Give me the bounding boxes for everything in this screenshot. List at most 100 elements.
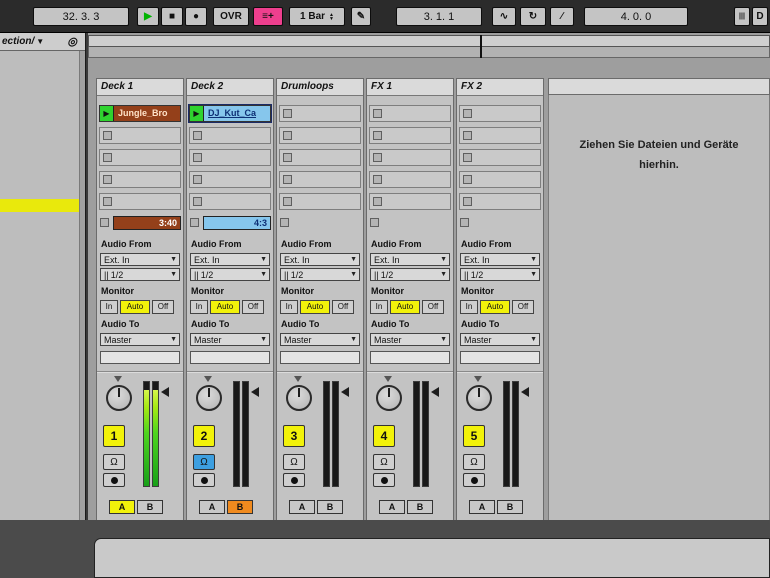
clip-slot[interactable]: [279, 193, 361, 210]
pan-knob[interactable]: [286, 385, 312, 411]
input-type-select[interactable]: Ext. In ▼: [280, 253, 360, 266]
stop-button[interactable]: ■: [161, 7, 183, 26]
track-header[interactable]: Deck 2: [187, 79, 273, 96]
clip-slot[interactable]: [99, 149, 181, 166]
volume-fader-handle[interactable]: [161, 387, 169, 397]
play-button[interactable]: ▶: [137, 7, 159, 26]
clip-stop-button[interactable]: [463, 153, 472, 162]
clip-stop-button[interactable]: [463, 175, 472, 184]
clip-stop-button[interactable]: [103, 153, 112, 162]
track-header[interactable]: FX 1: [367, 79, 453, 96]
monitor-off-button[interactable]: Off: [242, 300, 264, 314]
track-header[interactable]: Drumloops: [277, 79, 363, 96]
output-select[interactable]: Master ▼: [370, 333, 450, 346]
clip-slot[interactable]: [369, 127, 451, 144]
monitor-in-button[interactable]: In: [370, 300, 388, 314]
input-channel-select[interactable]: ||1/2 ▼: [460, 268, 540, 281]
loop-start-display[interactable]: 3. 1. 1: [396, 7, 482, 26]
input-channel-select[interactable]: ||1/2 ▼: [190, 268, 270, 281]
monitor-off-button[interactable]: Off: [152, 300, 174, 314]
clip-slot[interactable]: [369, 171, 451, 188]
draw-mode-button[interactable]: ✎: [351, 7, 371, 26]
arm-button[interactable]: [193, 473, 215, 487]
cue-button[interactable]: Ω: [103, 454, 125, 470]
clip-stop-button[interactable]: [193, 153, 202, 162]
clip-stop-button[interactable]: [283, 197, 292, 206]
pan-knob[interactable]: [106, 385, 132, 411]
clip-stop-button[interactable]: [280, 218, 289, 227]
clip-stop-button[interactable]: [283, 175, 292, 184]
clip-slot[interactable]: [189, 149, 271, 166]
clip-stop-button[interactable]: [373, 109, 382, 118]
loop-length-display[interactable]: 4. 0. 0: [584, 7, 688, 26]
input-type-select[interactable]: Ext. In ▼: [100, 253, 180, 266]
clip-slot[interactable]: [279, 149, 361, 166]
crossfade-a-button[interactable]: A: [289, 500, 315, 514]
clip-slot[interactable]: [369, 193, 451, 210]
clip-stop-button[interactable]: [283, 131, 292, 140]
monitor-auto-button[interactable]: Auto: [300, 300, 330, 314]
clip-stop-button[interactable]: [373, 175, 382, 184]
send-slot[interactable]: [370, 351, 450, 364]
clip-stop-button[interactable]: [190, 218, 199, 227]
quantization-menu[interactable]: 1 Bar ▲▼: [289, 7, 345, 26]
record-button[interactable]: ●: [185, 7, 207, 26]
crossfade-b-button[interactable]: B: [227, 500, 253, 514]
loop-button[interactable]: ↻: [520, 7, 546, 26]
monitor-auto-button[interactable]: Auto: [390, 300, 420, 314]
browser-list[interactable]: [0, 51, 79, 530]
crossfade-a-button[interactable]: A: [199, 500, 225, 514]
monitor-off-button[interactable]: Off: [422, 300, 444, 314]
clip-stop-button[interactable]: [373, 153, 382, 162]
output-select[interactable]: Master ▼: [190, 333, 270, 346]
clip-stop-button[interactable]: [463, 197, 472, 206]
clip-stop-button[interactable]: [103, 131, 112, 140]
send-slot[interactable]: [280, 351, 360, 364]
crossfade-a-button[interactable]: A: [379, 500, 405, 514]
clip-stop-button[interactable]: [193, 197, 202, 206]
clip-slot[interactable]: [189, 171, 271, 188]
send-slot[interactable]: [100, 351, 180, 364]
arm-button[interactable]: [283, 473, 305, 487]
crossfade-b-button[interactable]: B: [137, 500, 163, 514]
clip-stop-button[interactable]: [460, 218, 469, 227]
track-activator-button[interactable]: 5: [463, 425, 485, 447]
clip-stop-button[interactable]: [103, 175, 112, 184]
input-type-select[interactable]: Ext. In ▼: [370, 253, 450, 266]
monitor-off-button[interactable]: Off: [332, 300, 354, 314]
clip-stop-button[interactable]: [373, 131, 382, 140]
crossfade-a-button[interactable]: A: [469, 500, 495, 514]
volume-fader-handle[interactable]: [341, 387, 349, 397]
clip-slot[interactable]: [369, 149, 451, 166]
monitor-in-button[interactable]: In: [280, 300, 298, 314]
clip-slot[interactable]: [99, 171, 181, 188]
send-slot[interactable]: [190, 351, 270, 364]
clip-stop-button[interactable]: [463, 131, 472, 140]
clip-slot[interactable]: [99, 127, 181, 144]
output-select[interactable]: Master ▼: [100, 333, 180, 346]
clip-slot[interactable]: [459, 127, 541, 144]
browser-selected-row[interactable]: [0, 199, 79, 212]
hotswap-icon[interactable]: ◎: [67, 34, 77, 51]
clip-stop-button[interactable]: [103, 197, 112, 206]
clip-slot[interactable]: [189, 193, 271, 210]
track-header[interactable]: Deck 1: [97, 79, 183, 96]
cue-button[interactable]: Ω: [373, 454, 395, 470]
crossfade-a-button[interactable]: A: [109, 500, 135, 514]
browser-scrollbar[interactable]: [79, 51, 85, 530]
clip-stop-button[interactable]: [370, 218, 379, 227]
pan-knob[interactable]: [466, 385, 492, 411]
file-drop-zone[interactable]: Ziehen Sie Dateien und Geräte hierhin.: [548, 95, 770, 521]
monitor-auto-button[interactable]: Auto: [480, 300, 510, 314]
clip-slot[interactable]: [189, 127, 271, 144]
punch-in-button[interactable]: ∿: [492, 7, 516, 26]
monitor-in-button[interactable]: In: [460, 300, 478, 314]
arrangement-position-display[interactable]: 32. 3. 3: [33, 7, 129, 26]
input-channel-select[interactable]: ||1/2 ▼: [280, 268, 360, 281]
track-activator-button[interactable]: 2: [193, 425, 215, 447]
crossfade-b-button[interactable]: B: [497, 500, 523, 514]
clip-stop-button[interactable]: [193, 131, 202, 140]
monitor-in-button[interactable]: In: [100, 300, 118, 314]
clip-stop-button[interactable]: [193, 175, 202, 184]
input-type-select[interactable]: Ext. In ▼: [190, 253, 270, 266]
